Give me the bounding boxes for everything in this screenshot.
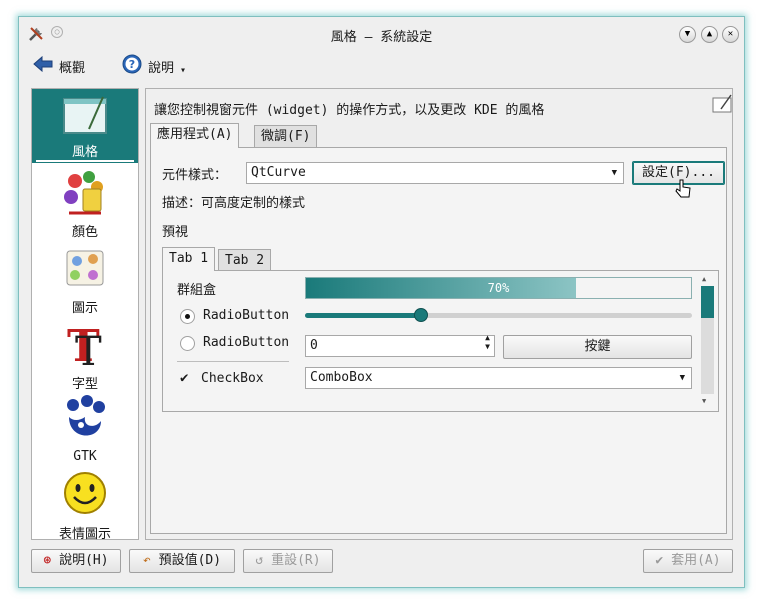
- back-arrow-icon: [33, 55, 53, 76]
- defaults-button[interactable]: ↶ 預設值(D): [129, 549, 235, 573]
- spin-value: 0: [310, 338, 318, 353]
- close-button[interactable]: ✕: [722, 26, 739, 43]
- defaults-button-label: 預設值(D): [158, 553, 222, 568]
- tab-fine-tuning[interactable]: 微調(F): [254, 125, 318, 148]
- widget-style-label: 元件樣式：: [162, 168, 228, 183]
- gtk-icon: [61, 395, 109, 447]
- progress-text: 70%: [487, 281, 510, 295]
- mouse-cursor-icon: [675, 178, 693, 204]
- preview-scrollbar[interactable]: ▲ ▼: [699, 275, 715, 409]
- preview-label: 預視: [162, 225, 189, 240]
- tab-label: Tab 1: [169, 251, 209, 266]
- dropdown-arrow-icon: ▼: [679, 373, 685, 383]
- tab-label: 微調(F): [261, 129, 311, 144]
- sidebar-item-style[interactable]: 風格: [32, 89, 138, 163]
- scrollbar-thumb[interactable]: [701, 286, 714, 318]
- radio-button-2[interactable]: [180, 336, 195, 351]
- sidebar-item-icons[interactable]: 圖示: [32, 245, 138, 316]
- scroll-up-icon[interactable]: ▲: [702, 275, 706, 283]
- chevron-down-icon: ▼: [684, 29, 691, 39]
- scrollbar-track[interactable]: [701, 286, 714, 394]
- overview-label: 概觀: [59, 60, 86, 76]
- sidebar-item-label: 字型: [71, 377, 98, 392]
- radio-button-2-label: RadioButton: [203, 335, 290, 350]
- sidebar-item-label: 風格: [36, 141, 134, 162]
- reset-icon: ↺: [255, 553, 264, 568]
- overview-button[interactable]: 概觀: [33, 54, 85, 78]
- combo-value: ComboBox: [310, 370, 373, 385]
- scroll-down-icon[interactable]: ▼: [702, 397, 706, 405]
- dropdown-arrow-icon: ▼: [611, 168, 617, 178]
- slider[interactable]: [305, 308, 692, 322]
- whats-this-icon[interactable]: [711, 94, 733, 118]
- help-button[interactable]: ⊛ 說明(H): [31, 549, 121, 573]
- reset-button[interactable]: ↺ 重設(R): [243, 549, 333, 573]
- help-lifebuoy-icon: ⊛: [43, 553, 52, 568]
- minimize-button[interactable]: ▲: [701, 26, 718, 43]
- spin-box[interactable]: 0 ▲ ▼: [305, 333, 495, 357]
- checkbox-label: CheckBox: [201, 371, 264, 386]
- module-description: 讓您控制視窗元件 (widget) 的操作方式，以及更改 KDE 的風格: [154, 103, 545, 118]
- colors-icon: [61, 171, 109, 219]
- window-title: 風格 – 系統設定: [330, 30, 433, 45]
- sidebar-item-label: 顏色: [71, 225, 98, 240]
- style-settings-pane: 讓您控制視窗元件 (widget) 的操作方式，以及更改 KDE 的風格 應用程…: [145, 88, 733, 540]
- preview-push-button[interactable]: 按鍵: [503, 335, 692, 359]
- tab-label: Tab 2: [225, 253, 265, 268]
- style-icon: [61, 96, 109, 141]
- icons-icon: [61, 250, 109, 295]
- widget-style-combo[interactable]: QtCurve ▼: [246, 162, 624, 184]
- sidebar-item-label: 圖示: [71, 301, 98, 316]
- toolbar: 概觀 ? 說明 ▾: [19, 51, 744, 81]
- sidebar-item-label: GTK: [73, 449, 97, 464]
- sidebar-item-label: 表情圖示: [58, 527, 111, 542]
- groupbox-label: 群組盒: [177, 283, 217, 298]
- apply-button[interactable]: ✔ 套用(A): [643, 549, 733, 573]
- chevron-up-icon: ▲: [706, 29, 713, 39]
- checkmark-icon: ✔: [655, 553, 664, 568]
- svg-text:?: ?: [129, 58, 135, 71]
- settings-window: ○ 風格 – 系統設定 ▼ ▲ ✕ 概觀 ? 說明 ▾ 風格 顏色 圖示 T T…: [18, 16, 745, 588]
- tab-label: 應用程式(A): [157, 127, 233, 142]
- applications-tab-panel: 元件樣式： QtCurve ▼ 設定(F)... 描述：可高度定制的樣式 預視 …: [150, 147, 727, 534]
- category-sidebar: 風格 顏色 圖示 T T 字型 GTK 表情圖示: [31, 88, 139, 542]
- checkbox[interactable]: ✔: [180, 370, 188, 386]
- sidebar-item-colors[interactable]: 顏色: [32, 169, 138, 240]
- radio-button-1-label: RadioButton: [203, 308, 290, 323]
- help-label: 說明: [148, 60, 175, 76]
- progress-bar: 70%: [305, 277, 692, 299]
- help-menu-button[interactable]: ? 說明 ▾: [122, 54, 186, 78]
- sidebar-item-emoticons[interactable]: 表情圖示: [32, 469, 138, 542]
- push-button-label: 按鍵: [584, 339, 611, 354]
- help-window-button[interactable]: ▼: [679, 26, 696, 43]
- preview-frame: 群組盒 RadioButton RadioButton ✔ CheckBox 7…: [162, 270, 719, 412]
- sidebar-item-fonts[interactable]: T T 字型: [32, 319, 138, 392]
- radio-button-1[interactable]: [180, 309, 195, 324]
- reset-button-label: 重設(R): [271, 553, 321, 568]
- preview-tab-2[interactable]: Tab 2: [218, 249, 272, 271]
- svg-text:T: T: [75, 329, 102, 367]
- help-icon: ?: [122, 54, 142, 78]
- emoticons-icon: [61, 472, 109, 521]
- preview-combo-box[interactable]: ComboBox ▼: [305, 367, 692, 389]
- groupbox-divider: [177, 361, 289, 362]
- tab-applications[interactable]: 應用程式(A): [150, 123, 240, 148]
- slider-fill: [305, 313, 422, 318]
- dropdown-arrow-icon: ▾: [180, 64, 187, 76]
- close-icon: ✕: [727, 29, 734, 39]
- apply-button-label: 套用(A): [671, 553, 721, 568]
- slider-handle[interactable]: [414, 308, 429, 322]
- fonts-icon: T T: [61, 321, 109, 375]
- sidebar-item-gtk[interactable]: GTK: [32, 395, 138, 464]
- widget-style-value: QtCurve: [251, 165, 306, 180]
- help-button-label: 說明(H): [59, 553, 109, 568]
- style-description: 描述：可高度定制的樣式: [162, 196, 306, 211]
- preview-tab-1[interactable]: Tab 1: [162, 247, 216, 271]
- title-bar[interactable]: ○ 風格 – 系統設定 ▼ ▲ ✕: [19, 17, 744, 51]
- spin-arrows-icon[interactable]: ▲ ▼: [485, 333, 490, 351]
- defaults-icon: ↶: [142, 553, 151, 568]
